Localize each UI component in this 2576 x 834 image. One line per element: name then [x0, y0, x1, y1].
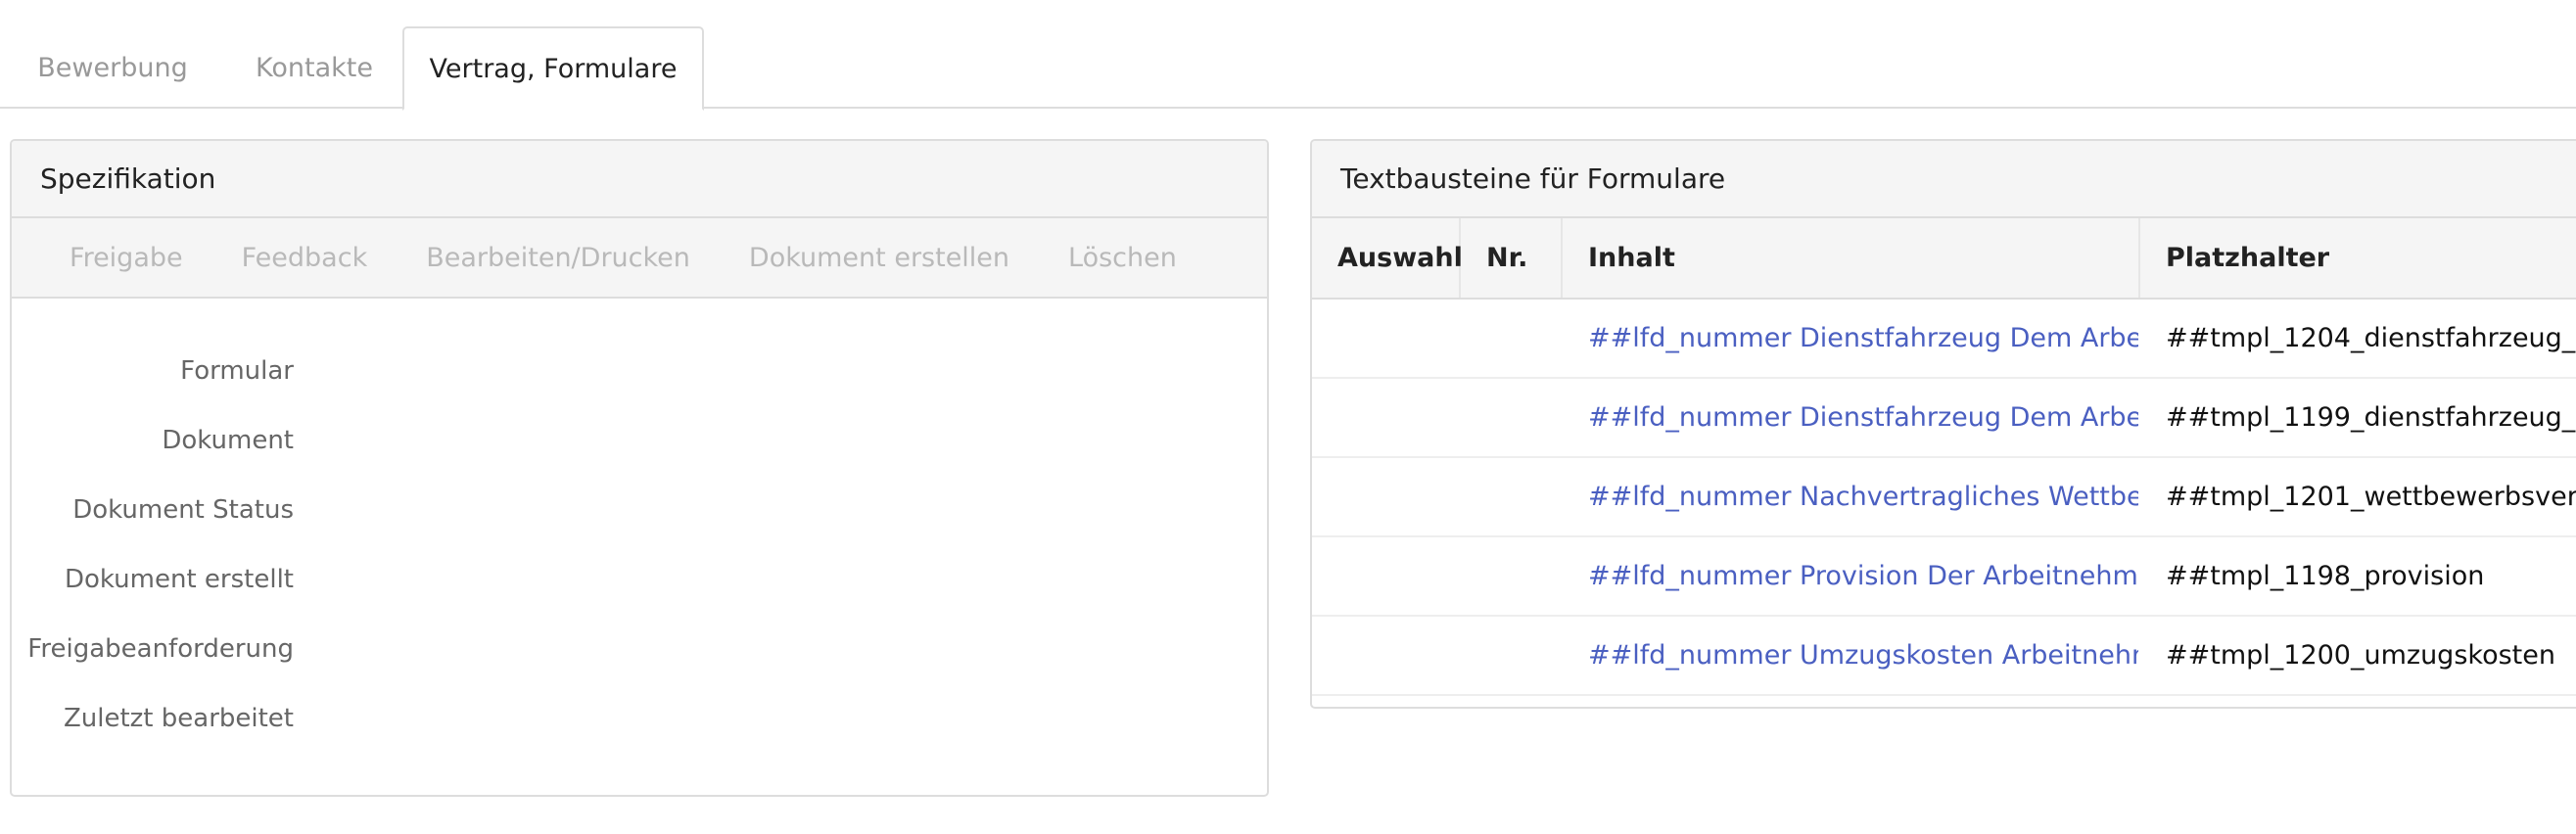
column-header-nr[interactable]: Nr.: [1460, 218, 1563, 300]
cell-inhalt-link[interactable]: ##lfd_nummer Provision Der Arbeitnehm...: [1562, 536, 2140, 617]
cell-platzhalter: ##tmpl_1204_dienstfahrzeug_geho: [2139, 299, 2576, 379]
textbausteine-panel: Textbausteine für Formulare Auswahl Nr. …: [1310, 139, 2576, 709]
tab-vertrag-formulare[interactable]: Vertrag, Formulare: [402, 26, 704, 111]
cell-inhalt-link[interactable]: ##lfd_nummer Dienstfahrzeug Dem Arbei...: [1562, 299, 2140, 379]
cell-platzhalter: ##tmpl_1199_dienstfahrzeug_mitte: [2139, 378, 2576, 458]
cell-nr: [1460, 378, 1563, 458]
spezifikation-panel-title: Spezifikation: [12, 141, 1267, 218]
loeschen-button[interactable]: Löschen: [1068, 243, 1177, 273]
column-header-auswahl[interactable]: Auswahl: [1312, 218, 1463, 300]
field-label-dokument: Dokument: [162, 426, 294, 455]
spezifikation-panel: Spezifikation Freigabe Feedback Bearbeit…: [10, 139, 1269, 797]
cell-nr: [1460, 457, 1563, 537]
table-row[interactable]: ##lfd_nummer Dienstfahrzeug Dem Arbei...…: [1312, 299, 2576, 379]
table-header-row: Auswahl Nr. Inhalt Platzhalter: [1312, 218, 2576, 300]
cell-platzhalter: ##tmpl_1200_umzugskosten: [2139, 616, 2576, 696]
tab-bewerbung[interactable]: Bewerbung: [0, 26, 225, 109]
table-row[interactable]: ##lfd_nummer Provision Der Arbeitnehm...…: [1312, 536, 2576, 617]
dokument-erstellen-button[interactable]: Dokument erstellen: [749, 243, 1009, 273]
cell-inhalt-link[interactable]: ##lfd_nummer Umzugskosten Arbeitnehme...: [1562, 616, 2140, 696]
cell-auswahl[interactable]: [1312, 616, 1461, 696]
cell-auswahl[interactable]: [1312, 299, 1461, 379]
freigabe-button[interactable]: Freigabe: [70, 243, 183, 273]
cell-auswahl[interactable]: [1312, 457, 1461, 537]
cell-platzhalter: ##tmpl_1201_wettbewerbsverbot: [2139, 457, 2576, 537]
textbausteine-table: Auswahl Nr. Inhalt Platzhalter ##lfd_num…: [1312, 218, 2576, 696]
spezifikation-toolbar: Freigabe Feedback Bearbeiten/Drucken Dok…: [12, 218, 1267, 299]
cell-nr: [1460, 616, 1563, 696]
cell-nr: [1460, 536, 1563, 617]
tab-kontakte[interactable]: Kontakte: [225, 26, 403, 109]
feedback-button[interactable]: Feedback: [242, 243, 368, 273]
cell-nr: [1460, 299, 1563, 379]
field-label-dokument-status: Dokument Status: [72, 495, 294, 525]
field-label-dokument-erstellt: Dokument erstellt: [65, 565, 294, 594]
page: Bewerbung Kontakte Vertrag, Formulare Sp…: [0, 0, 2576, 834]
cell-platzhalter: ##tmpl_1198_provision: [2139, 536, 2576, 617]
table-row[interactable]: ##lfd_nummer Dienstfahrzeug Dem Arbei...…: [1312, 378, 2576, 458]
cell-inhalt-link[interactable]: ##lfd_nummer Nachvertragliches Wettbew..…: [1562, 457, 2140, 537]
cell-auswahl[interactable]: [1312, 378, 1461, 458]
cell-auswahl[interactable]: [1312, 536, 1461, 617]
field-label-zuletzt-bearbeitet: Zuletzt bearbeitet: [63, 704, 294, 733]
bearbeiten-drucken-button[interactable]: Bearbeiten/Drucken: [426, 243, 690, 273]
table-row[interactable]: ##lfd_nummer Nachvertragliches Wettbew..…: [1312, 457, 2576, 537]
field-label-formular: Formular: [180, 356, 294, 386]
tab-bar: Bewerbung Kontakte Vertrag, Formulare: [0, 26, 2576, 111]
textbausteine-panel-title: Textbausteine für Formulare: [1312, 141, 2576, 218]
column-header-inhalt[interactable]: Inhalt: [1562, 218, 2140, 300]
table-row[interactable]: ##lfd_nummer Umzugskosten Arbeitnehme...…: [1312, 616, 2576, 696]
field-label-freigabeanforderung: Freigabeanforderung: [27, 634, 294, 664]
cell-inhalt-link[interactable]: ##lfd_nummer Dienstfahrzeug Dem Arbei...: [1562, 378, 2140, 458]
column-header-platzhalter[interactable]: Platzhalter: [2139, 218, 2576, 300]
